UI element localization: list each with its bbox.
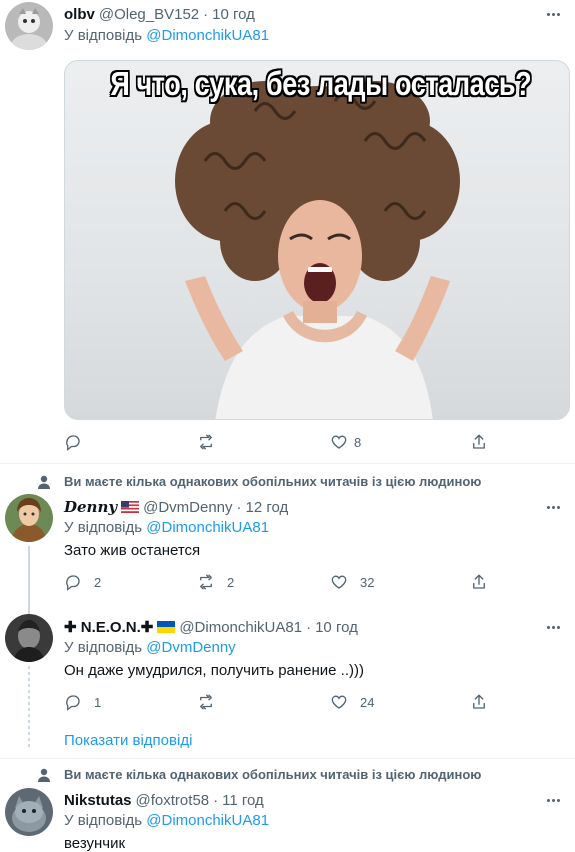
social-context-text: Ви маєте кілька однакових обопільних чит… bbox=[64, 474, 482, 489]
retweet-button[interactable] bbox=[197, 432, 221, 452]
heart-icon bbox=[331, 435, 347, 449]
like-button[interactable]: 8 bbox=[330, 432, 361, 452]
avatar[interactable] bbox=[5, 494, 53, 542]
reply-to-line: У відповідь @DvmDenny bbox=[64, 639, 236, 656]
tweet-text: везунчик bbox=[64, 835, 126, 852]
retweet-icon bbox=[200, 574, 212, 590]
separator-dot: · bbox=[306, 618, 312, 636]
tweet-actions: 1 24 bbox=[64, 692, 504, 712]
reply-button[interactable] bbox=[64, 432, 88, 452]
us-flag-icon bbox=[121, 501, 140, 513]
reply-prefix: У відповідь bbox=[64, 519, 143, 536]
more-options-icon[interactable] bbox=[543, 4, 563, 24]
more-options-icon[interactable] bbox=[543, 790, 563, 810]
share-icon bbox=[473, 574, 485, 589]
person-icon bbox=[38, 768, 50, 782]
reply-button[interactable]: 1 bbox=[64, 692, 101, 712]
reply-icon bbox=[66, 575, 80, 591]
more-options-icon[interactable] bbox=[543, 497, 563, 517]
share-button[interactable] bbox=[470, 572, 488, 592]
reply-to-handle[interactable]: @DimonchikUA81 bbox=[146, 519, 269, 536]
tweet-neon[interactable]: ✚ N.E.O.N.✚ @DimonchikUA81 · 10 год У ві… bbox=[0, 614, 575, 750]
share-button[interactable] bbox=[470, 432, 488, 452]
like-count: 8 bbox=[354, 434, 362, 450]
reply-to-line: У відповідь @DimonchikUA81 bbox=[64, 27, 269, 44]
divider bbox=[0, 758, 575, 759]
retweet-icon bbox=[200, 694, 212, 710]
tweet-olbv[interactable]: olbv @Oleg_BV152 · 10 год У відповідь @D… bbox=[0, 0, 575, 462]
tweet-text: Зато жив останется bbox=[64, 542, 201, 559]
user-handle[interactable]: @foxtrot58 bbox=[136, 792, 210, 809]
timestamp[interactable]: 10 год bbox=[212, 6, 255, 23]
reply-count: 2 bbox=[94, 574, 102, 590]
separator-dot: · bbox=[236, 498, 242, 516]
tweet-text: Он даже умудрился, получить ранение ..))… bbox=[64, 662, 364, 679]
tweet-nikstutas[interactable]: Nikstutas @foxtrot58 · 11 год У відповід… bbox=[0, 788, 575, 852]
social-context: Ви маєте кілька однакових обопільних чит… bbox=[0, 765, 575, 785]
tweet-actions: 8 bbox=[64, 432, 504, 452]
social-context-text: Ви маєте кілька однакових обопільних чит… bbox=[64, 767, 482, 782]
reply-button[interactable]: 2 bbox=[64, 572, 101, 592]
avatar[interactable] bbox=[5, 788, 53, 836]
share-icon bbox=[473, 434, 485, 449]
reply-to-handle[interactable]: @DimonchikUA81 bbox=[146, 812, 269, 829]
heart-icon bbox=[331, 575, 347, 589]
user-handle[interactable]: @DimonchikUA81 bbox=[179, 619, 302, 636]
more-options-icon[interactable] bbox=[543, 617, 563, 637]
reply-count: 1 bbox=[94, 694, 102, 710]
heart-icon bbox=[331, 695, 347, 709]
reply-to-line: У відповідь @DimonchikUA81 bbox=[64, 519, 269, 536]
tweet-image[interactable]: Я что, сука, без лады осталась? bbox=[64, 60, 570, 420]
tweet-actions: 2 2 32 bbox=[64, 572, 504, 592]
display-name[interactable]: Denny bbox=[64, 498, 117, 516]
display-name[interactable]: ✚ N.E.O.N.✚ bbox=[64, 618, 153, 636]
show-replies-link[interactable]: Показати відповіді bbox=[64, 732, 192, 749]
reply-prefix: У відповідь bbox=[64, 639, 143, 656]
separator-dot: · bbox=[203, 5, 209, 23]
person-icon bbox=[38, 475, 50, 489]
separator-dot: · bbox=[213, 791, 219, 809]
tweet-denny[interactable]: Denny @DvmDenny · 12 год У відповідь @Di… bbox=[0, 494, 575, 652]
divider bbox=[0, 463, 575, 464]
retweet-icon bbox=[200, 434, 212, 450]
reply-prefix: У відповідь bbox=[64, 812, 143, 829]
display-name[interactable]: olbv bbox=[64, 6, 95, 23]
display-name[interactable]: Nikstutas bbox=[64, 792, 132, 809]
retweet-button[interactable]: 2 bbox=[197, 572, 234, 592]
like-count: 32 bbox=[360, 574, 375, 590]
share-button[interactable] bbox=[470, 692, 488, 712]
timestamp[interactable]: 11 год bbox=[222, 792, 264, 809]
timestamp[interactable]: 12 год bbox=[246, 499, 289, 516]
like-count: 24 bbox=[360, 694, 375, 710]
share-icon bbox=[473, 694, 485, 709]
retweet-count: 2 bbox=[227, 574, 235, 590]
like-button[interactable]: 32 bbox=[330, 572, 374, 592]
social-context: Ви маєте кілька однакових обопільних чит… bbox=[0, 472, 575, 492]
meme-caption: Я что, сука, без лады осталась? bbox=[110, 65, 532, 102]
retweet-button[interactable] bbox=[197, 692, 221, 712]
user-handle[interactable]: @Oleg_BV152 bbox=[99, 6, 199, 23]
reply-to-line: У відповідь @DimonchikUA81 bbox=[64, 812, 269, 829]
reply-to-handle[interactable]: @DimonchikUA81 bbox=[146, 27, 269, 44]
reply-icon bbox=[66, 435, 80, 451]
avatar[interactable] bbox=[5, 2, 53, 50]
avatar[interactable] bbox=[5, 614, 53, 662]
user-handle[interactable]: @DvmDenny bbox=[143, 499, 232, 516]
thread-line bbox=[28, 666, 30, 750]
like-button[interactable]: 24 bbox=[330, 692, 374, 712]
timestamp[interactable]: 10 год bbox=[315, 619, 358, 636]
reply-to-handle[interactable]: @DvmDenny bbox=[146, 639, 235, 656]
reply-icon bbox=[66, 695, 80, 711]
ukraine-flag-icon bbox=[157, 621, 176, 633]
reply-prefix: У відповідь bbox=[64, 27, 143, 44]
